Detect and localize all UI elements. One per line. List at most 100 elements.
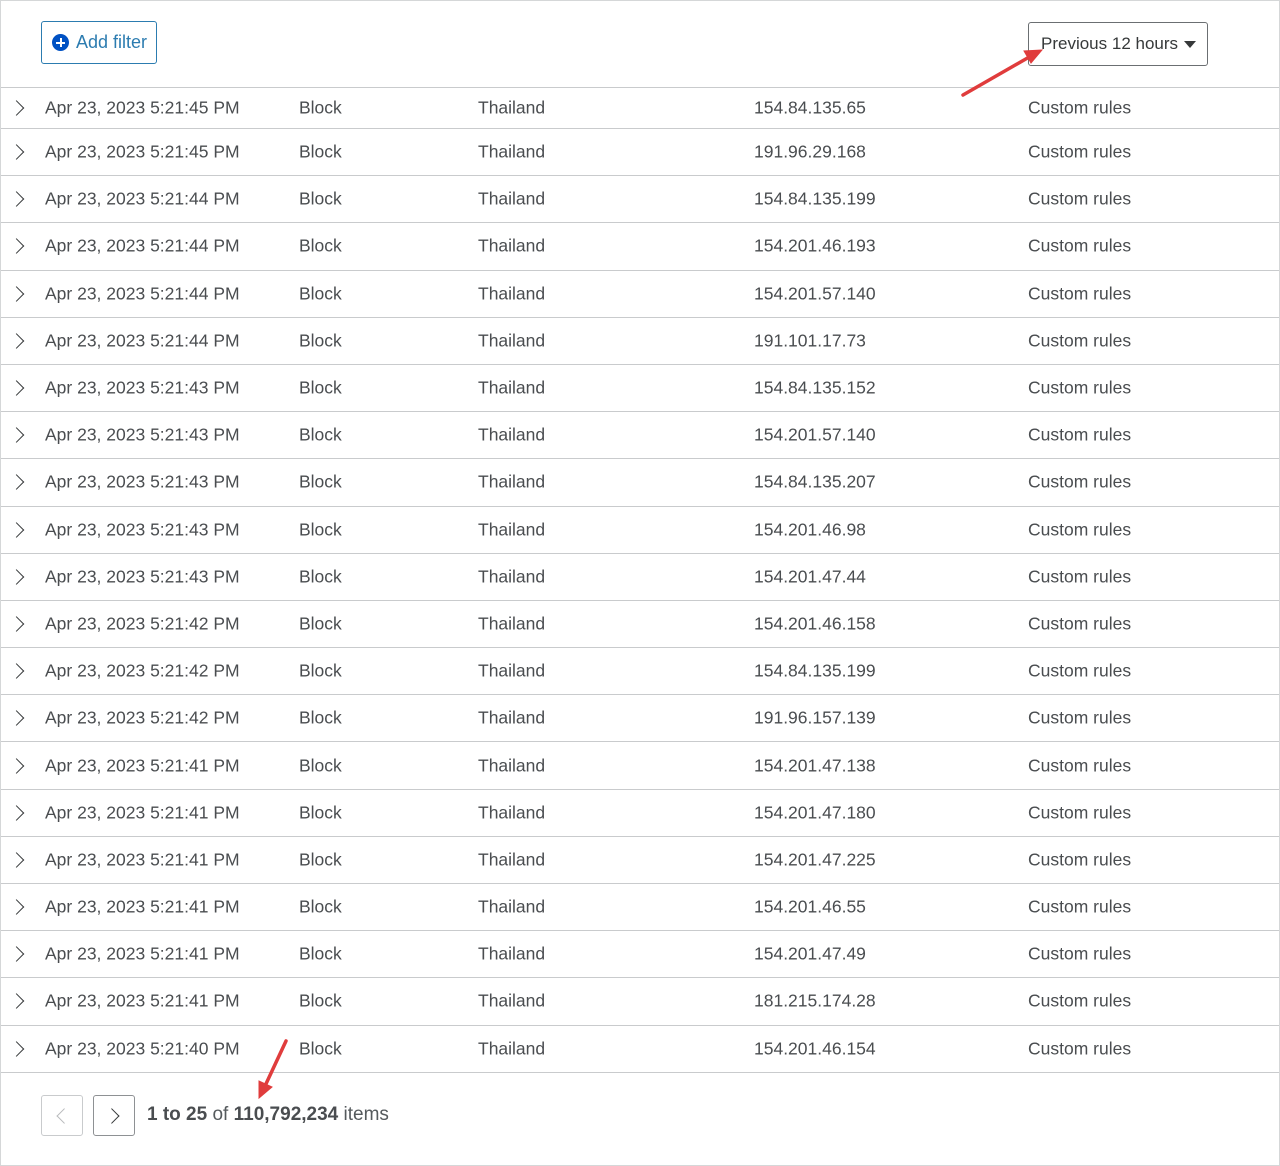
event-country: Thailand xyxy=(478,849,546,870)
event-action: Block xyxy=(299,377,342,398)
time-range-select[interactable]: Previous 12 hours xyxy=(1028,22,1208,66)
chevron-right-icon[interactable] xyxy=(8,144,25,160)
table-row[interactable]: Apr 23, 2023 5:21:44 PM Block Thailand 154.… xyxy=(1,271,1279,318)
table-row[interactable]: Apr 23, 2023 5:21:43 PM Block Thailand 154.… xyxy=(1,412,1279,460)
event-action: Block xyxy=(299,97,342,118)
table-row[interactable]: Apr 23, 2023 5:21:41 PM Block Thailand 154.… xyxy=(1,790,1279,837)
table-row[interactable]: Apr 23, 2023 5:21:45 PM Block Thailand 191.… xyxy=(1,129,1279,177)
events-panel: Add filter Previous 12 hours Apr 23, 202… xyxy=(0,0,1280,1166)
chevron-right-icon[interactable] xyxy=(8,427,25,443)
event-action: Block xyxy=(299,330,342,351)
event-source: Custom rules xyxy=(1028,188,1132,209)
event-ip: 154.201.47.49 xyxy=(754,943,866,964)
chevron-right-icon[interactable] xyxy=(8,757,25,774)
event-ip: 154.84.135.199 xyxy=(754,188,876,209)
event-source: Custom rules xyxy=(1028,896,1132,917)
chevron-right-icon[interactable] xyxy=(8,238,25,255)
table-row[interactable]: Apr 23, 2023 5:21:41 PM Block Thailand 154.… xyxy=(1,931,1279,979)
event-ip: 154.84.135.199 xyxy=(754,660,876,681)
event-action: Block xyxy=(299,613,342,634)
event-action: Block xyxy=(299,283,342,304)
chevron-right-icon[interactable] xyxy=(8,663,25,679)
chevron-right-icon[interactable] xyxy=(8,616,25,632)
time-range-label: Previous 12 hours xyxy=(1041,34,1179,53)
chevron-right-icon[interactable] xyxy=(8,333,25,349)
event-date: Apr 23, 2023 5:21:43 PM xyxy=(45,519,240,540)
table-row[interactable]: Apr 23, 2023 5:21:43 PM Block Thailand 154.… xyxy=(1,507,1279,554)
table-row[interactable]: Apr 23, 2023 5:21:44 PM Block Thailand 154.… xyxy=(1,223,1279,271)
event-ip: 154.84.135.152 xyxy=(754,377,876,398)
event-source: Custom rules xyxy=(1028,424,1132,445)
event-date: Apr 23, 2023 5:21:45 PM xyxy=(45,97,240,118)
chevron-right-icon[interactable] xyxy=(8,899,25,915)
event-ip: 154.201.47.44 xyxy=(754,566,866,587)
chevron-right-icon[interactable] xyxy=(8,1040,25,1057)
event-source: Custom rules xyxy=(1028,849,1132,870)
event-date: Apr 23, 2023 5:21:45 PM xyxy=(45,141,240,162)
toolbar: Add filter Previous 12 hours xyxy=(1,1,1279,88)
event-country: Thailand xyxy=(478,330,546,351)
table-row[interactable]: Apr 23, 2023 5:21:41 PM Block Thailand 154.… xyxy=(1,837,1279,884)
add-filter-button[interactable]: Add filter xyxy=(41,21,157,64)
pagination: 1 to 25 of 110,792,234 items xyxy=(1,1074,1279,1165)
previous-page-button[interactable] xyxy=(41,1095,83,1136)
event-ip: 191.101.17.73 xyxy=(754,330,866,351)
event-action: Block xyxy=(299,471,342,492)
table-row[interactable]: Apr 23, 2023 5:21:41 PM Block Thailand 154.… xyxy=(1,742,1279,790)
event-ip: 154.201.47.180 xyxy=(754,802,876,823)
event-action: Block xyxy=(299,802,342,823)
plus-circle-icon xyxy=(52,34,69,51)
table-row[interactable]: Apr 23, 2023 5:21:42 PM Block Thailand 154.… xyxy=(1,648,1279,696)
event-action: Block xyxy=(299,519,342,540)
chevron-right-icon[interactable] xyxy=(8,285,25,302)
event-date: Apr 23, 2023 5:21:40 PM xyxy=(45,1038,240,1059)
table-row[interactable]: Apr 23, 2023 5:21:43 PM Block Thailand 154.… xyxy=(1,365,1279,413)
chevron-right-icon[interactable] xyxy=(8,946,25,963)
chevron-right-icon[interactable] xyxy=(8,100,25,116)
event-country: Thailand xyxy=(478,896,546,917)
event-action: Block xyxy=(299,188,342,209)
pagination-range: 1 to 25 xyxy=(147,1104,208,1125)
table-row[interactable]: Apr 23, 2023 5:21:41 PM Block Thailand 181.… xyxy=(1,978,1279,1026)
event-country: Thailand xyxy=(478,1038,546,1059)
event-country: Thailand xyxy=(478,660,546,681)
table-row[interactable]: Apr 23, 2023 5:21:42 PM Block Thailand 191.… xyxy=(1,695,1279,743)
table-row[interactable]: Apr 23, 2023 5:21:40 PM Block Thailand 154.… xyxy=(1,1026,1279,1073)
chevron-right-icon[interactable] xyxy=(8,521,25,538)
event-action: Block xyxy=(299,755,342,776)
event-source: Custom rules xyxy=(1028,141,1132,162)
chevron-right-icon[interactable] xyxy=(8,852,25,868)
next-page-button[interactable] xyxy=(93,1095,135,1136)
chevron-right-icon[interactable] xyxy=(8,993,25,1010)
caret-down-icon xyxy=(1184,40,1197,48)
chevron-right-icon[interactable] xyxy=(8,380,25,396)
event-source: Custom rules xyxy=(1028,471,1132,492)
table-row[interactable]: Apr 23, 2023 5:21:41 PM Block Thailand 154.… xyxy=(1,884,1279,932)
event-ip: 154.201.46.154 xyxy=(754,1038,876,1059)
event-ip: 154.84.135.65 xyxy=(754,97,866,118)
event-country: Thailand xyxy=(478,188,546,209)
event-date: Apr 23, 2023 5:21:44 PM xyxy=(45,283,240,304)
event-ip: 154.201.57.140 xyxy=(754,424,876,445)
event-date: Apr 23, 2023 5:21:42 PM xyxy=(45,613,240,634)
event-action: Block xyxy=(299,566,342,587)
event-action: Block xyxy=(299,424,342,445)
table-row[interactable]: Apr 23, 2023 5:21:44 PM Block Thailand 191.… xyxy=(1,318,1279,365)
event-date: Apr 23, 2023 5:21:42 PM xyxy=(45,660,240,681)
table-row[interactable]: Apr 23, 2023 5:21:43 PM Block Thailand 154.… xyxy=(1,459,1279,507)
chevron-right-icon[interactable] xyxy=(8,191,25,208)
table-row[interactable]: Apr 23, 2023 5:21:45 PM Block Thailand 154.… xyxy=(1,88,1279,129)
event-date: Apr 23, 2023 5:21:42 PM xyxy=(45,707,240,728)
chevron-right-icon[interactable] xyxy=(8,804,25,821)
pagination-of: of xyxy=(212,1104,229,1125)
table-row[interactable]: Apr 23, 2023 5:21:42 PM Block Thailand 154.… xyxy=(1,601,1279,649)
event-country: Thailand xyxy=(478,424,546,445)
event-country: Thailand xyxy=(478,707,546,728)
events-table: Apr 23, 2023 5:21:45 PM Block Thailand 154.… xyxy=(1,88,1279,1073)
table-row[interactable]: Apr 23, 2023 5:21:44 PM Block Thailand 154.… xyxy=(1,176,1279,224)
chevron-right-icon[interactable] xyxy=(8,710,25,727)
table-row[interactable]: Apr 23, 2023 5:21:43 PM Block Thailand 154.… xyxy=(1,554,1279,601)
chevron-right-icon[interactable] xyxy=(8,474,25,491)
chevron-right-icon[interactable] xyxy=(8,569,25,585)
pagination-items: items xyxy=(343,1104,389,1125)
